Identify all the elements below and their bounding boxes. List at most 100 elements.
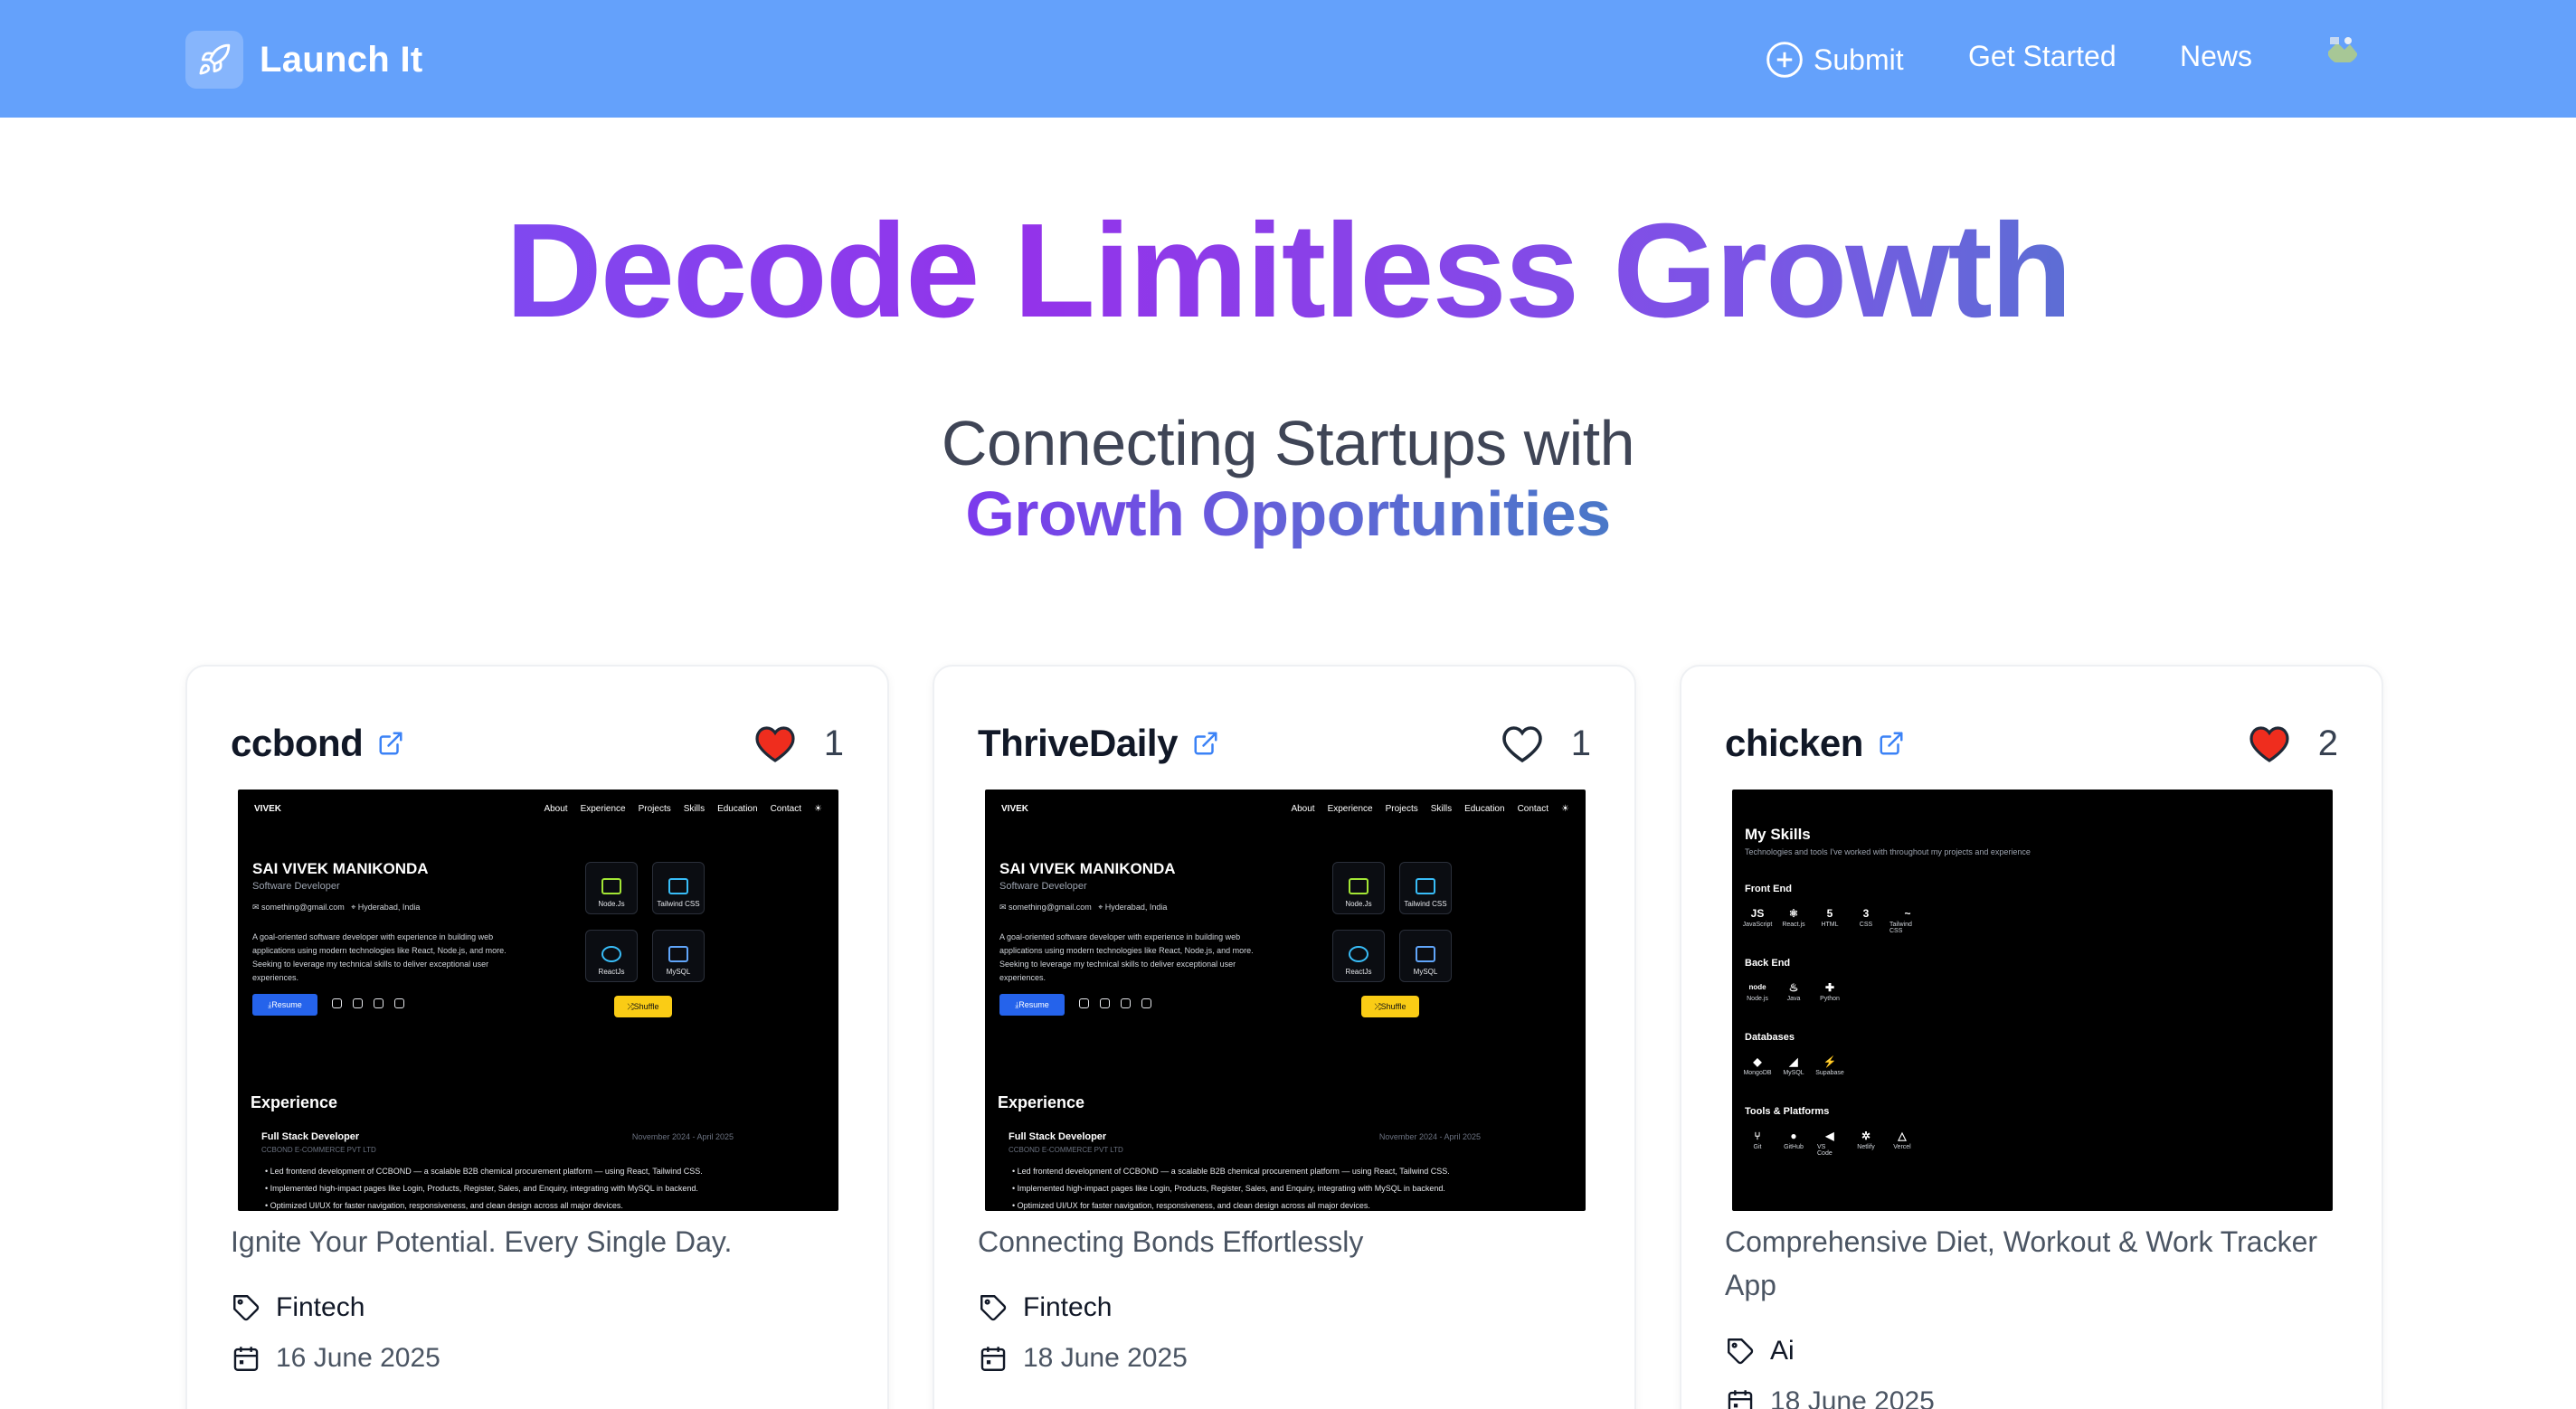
hero-title: Decode Limitless Growth: [0, 194, 2576, 348]
like-count: 1: [823, 723, 844, 763]
likes: 1: [753, 723, 844, 764]
shot-exp-company: CCBOND E-COMMERCE PVT LTD: [1009, 1146, 1123, 1154]
card-header: chicken 2: [1725, 716, 2338, 771]
shot-role: Software Developer: [252, 881, 340, 892]
date-row: 16 June 2025: [231, 1343, 440, 1374]
shot-contact: ✉ something@gmail.com ⌖ Hyderabad, India: [252, 903, 421, 912]
tag-icon: [233, 1295, 260, 1321]
startup-tagline: Connecting Bonds Effortlessly: [978, 1225, 1364, 1258]
startup-name: chicken: [1725, 722, 1863, 764]
external-link-icon[interactable]: [1192, 730, 1219, 757]
heart-icon[interactable]: [753, 723, 797, 763]
shot-skills-title: My Skills: [1745, 826, 1811, 843]
shot-skill-row: JS JavaScript ⚛ React.js 5 HTML 3 CSS ~ Tailw…: [1742, 907, 1912, 934]
shot-socials: [1079, 998, 1151, 1008]
shot-tile: ReactJs: [1332, 930, 1385, 982]
shot-exp-role: Full Stack Developer: [1009, 1131, 1107, 1142]
like-count: 1: [1570, 723, 1591, 763]
startup-name: ThriveDaily: [978, 722, 1178, 764]
shot-section-title: Front End: [1745, 884, 1792, 894]
shot-shuffle: ⤮ Shuffle: [614, 996, 672, 1017]
card-header: ccbond 1: [231, 716, 844, 771]
submit-link[interactable]: Submit: [1765, 40, 1904, 80]
shot-tile: MySQL: [1399, 930, 1452, 982]
category-row: Fintech: [978, 1292, 1112, 1323]
shot-role: Software Developer: [999, 881, 1087, 892]
shot-socials: [332, 998, 404, 1008]
tag-icon: [980, 1295, 1007, 1321]
news-link[interactable]: News: [2180, 40, 2252, 73]
startup-screenshot: VIVEK About Experience Projects Skills Educa…: [985, 790, 1586, 1211]
category-row: Ai: [1725, 1336, 1795, 1366]
date-row: 18 June 2025: [978, 1343, 1188, 1374]
calendar-icon: [1728, 1390, 1753, 1409]
date-row: 18 June 2025: [1725, 1386, 1935, 1409]
startup-name: ccbond: [231, 722, 364, 764]
shot-exp-date: November 2024 - April 2025: [631, 1132, 734, 1141]
shot-nav: VIVEK About Experience Projects Skills Educa…: [254, 804, 822, 814]
shot-shuffle: ⤮ Shuffle: [1361, 996, 1419, 1017]
shot-name: SAI VIVEK MANIKONDA: [252, 860, 429, 877]
brand-link[interactable]: Launch It: [185, 30, 422, 90]
shot-tile: ReactJs: [585, 930, 638, 982]
shot-tile: Node.Js: [585, 862, 638, 914]
shot-tile: Tailwind CSS: [652, 862, 705, 914]
startup-tagline: Comprehensive Diet, Workout & Work Track…: [1725, 1225, 2318, 1301]
startup-card[interactable]: chicken 2 My Skills Technologies and too…: [1680, 665, 2383, 1409]
shot-section-title: Databases: [1745, 1032, 1795, 1043]
navbar: Launch It Submit Get Started News: [0, 0, 2576, 118]
likes: 2: [2248, 723, 2338, 764]
tag-icon: [1728, 1338, 1754, 1365]
shot-exp-points: • Led frontend development of CCBOND — a…: [265, 1167, 703, 1210]
startup-screenshot: VIVEK About Experience Projects Skills Educa…: [238, 790, 838, 1211]
plus-circle-icon: [1766, 42, 1803, 78]
brand-name: Launch It: [260, 39, 423, 80]
hero-subtitle-line2: Growth Opportunities: [965, 478, 1611, 549]
shot-exp-points: • Led frontend development of CCBOND — a…: [1012, 1167, 1450, 1210]
shot-bio: A goal-oriented software developer with …: [999, 932, 1254, 982]
like-count: 2: [2317, 723, 2338, 763]
shot-nav: VIVEK About Experience Projects Skills Educa…: [1001, 804, 1569, 814]
startup-card[interactable]: ThriveDaily 1 VIVEK About Experience Proje…: [933, 665, 1636, 1409]
submit-label: Submit: [1814, 43, 1904, 76]
shot-skill-row: ◆ MongoDB ◢ MySQL ⚡ Supabase: [1743, 1055, 1844, 1076]
shot-section-title: Back End: [1745, 958, 1791, 969]
shot-skills-subtitle: Technologies and tools I've worked with …: [1745, 847, 2031, 856]
shot-skill-row: node Node.js ♨ Java ✚ Python: [1747, 981, 1840, 1002]
likes: 1: [1501, 723, 1591, 764]
category-label: Ai: [1770, 1336, 1795, 1366]
launch-date: 18 June 2025: [1023, 1343, 1188, 1373]
card-header: ThriveDaily 1: [978, 716, 1591, 771]
shot-exp-heading: Experience: [251, 1093, 338, 1111]
startup-card[interactable]: ccbond 1 VIVEK About Experience Projects Sk…: [185, 665, 889, 1409]
shot-resume: ⤓ Resume: [999, 994, 1065, 1016]
launch-date: 18 June 2025: [1770, 1386, 1935, 1409]
shot-exp-role: Full Stack Developer: [261, 1131, 360, 1142]
user-avatar[interactable]: [2326, 32, 2359, 64]
shot-exp-date: November 2024 - April 2025: [1378, 1132, 1481, 1141]
calendar-icon: [980, 1347, 1006, 1371]
category-label: Fintech: [276, 1292, 365, 1322]
shot-tile: MySQL: [652, 930, 705, 982]
shot-name: SAI VIVEK MANIKONDA: [999, 860, 1176, 877]
shot-section-title: Tools & Platforms: [1745, 1106, 1830, 1117]
external-link-icon[interactable]: [1878, 730, 1905, 757]
heart-icon[interactable]: [2248, 723, 2291, 763]
external-link-icon[interactable]: [377, 730, 404, 757]
shot-bio: A goal-oriented software developer with …: [252, 932, 507, 982]
startup-tagline: Ignite Your Potential. Every Single Day.: [231, 1225, 733, 1258]
page: Launch It Submit Get Started News Decode…: [0, 0, 2576, 1409]
shot-skill-row: ⑂ Git ● GitHub ◀ VS Code ✲ Netlify △ Vercel: [1753, 1130, 1911, 1157]
get-started-link[interactable]: Get Started: [1968, 40, 2117, 73]
shot-tile: Tailwind CSS: [1399, 862, 1452, 914]
shot-resume: ⤓ Resume: [252, 994, 317, 1016]
startup-screenshot: My Skills Technologies and tools I've wo…: [1732, 790, 2333, 1211]
rocket-icon: [185, 31, 243, 89]
category-row: Fintech: [231, 1292, 365, 1323]
launch-date: 16 June 2025: [276, 1343, 440, 1373]
shot-exp-heading: Experience: [998, 1093, 1085, 1111]
category-label: Fintech: [1023, 1292, 1113, 1322]
shot-tile: Node.Js: [1332, 862, 1385, 914]
shot-exp-company: CCBOND E-COMMERCE PVT LTD: [261, 1146, 376, 1154]
heart-outline-icon[interactable]: [1501, 723, 1544, 763]
